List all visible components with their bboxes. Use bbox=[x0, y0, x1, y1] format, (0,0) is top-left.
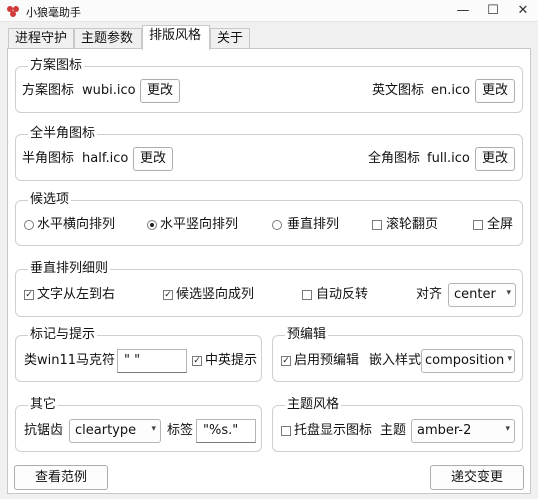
tray-icon-label: 托盘显示图标 bbox=[294, 423, 373, 438]
tag-input[interactable]: "%s." bbox=[196, 419, 256, 443]
antialias-value: cleartype bbox=[75, 423, 137, 438]
group-title: 主题风格 bbox=[285, 396, 342, 414]
fullscreen-label: 全屏 bbox=[487, 217, 514, 232]
mark-input-value: " " bbox=[124, 353, 141, 368]
theme-group: 主题风格 托盘显示图标 主题 amber-2 ▾ bbox=[272, 396, 523, 452]
embed-style-select[interactable]: composition ▾ bbox=[421, 349, 515, 373]
maximize-icon[interactable]: ☐ bbox=[478, 0, 508, 22]
radio-horizontal-row[interactable] bbox=[24, 220, 34, 230]
full-icon-label: 全角图标 bbox=[368, 151, 421, 166]
embed-style-label: 嵌入样式 bbox=[369, 353, 422, 368]
radio-vertical-label: 垂直排列 bbox=[287, 217, 340, 232]
auto-reverse-checkbox[interactable] bbox=[302, 290, 312, 300]
chevron-down-icon: ▾ bbox=[505, 424, 510, 434]
half-icon-label: 半角图标 bbox=[22, 151, 75, 166]
cn-en-hint-checkbox[interactable]: ✓ bbox=[192, 356, 202, 366]
tag-label: 标签 bbox=[167, 423, 194, 438]
candidates-group: 候选项 水平横向排列 水平竖向排列 垂直排列 滚轮翻页 全屏 bbox=[15, 191, 523, 246]
half-icon-change-button[interactable]: 更改 bbox=[133, 147, 173, 171]
tab-about[interactable]: 关于 bbox=[210, 28, 250, 49]
mark-label: 类win11马克符 bbox=[24, 353, 116, 368]
antialias-label: 抗锯齿 bbox=[24, 423, 64, 438]
theme-select[interactable]: amber-2 ▾ bbox=[411, 419, 515, 443]
antialias-select[interactable]: cleartype ▾ bbox=[69, 419, 161, 443]
view-example-button[interactable]: 查看范例 bbox=[14, 465, 108, 490]
auto-reverse-label: 自动反转 bbox=[316, 287, 369, 302]
radio-horizontal-row-label: 水平横向排列 bbox=[37, 217, 116, 232]
other-group: 其它 抗锯齿 cleartype ▾ 标签 "%s." bbox=[15, 396, 262, 452]
ltr-text-label: 文字从左到右 bbox=[37, 287, 116, 302]
title-bar: 小狼毫助手 — ☐ ✕ bbox=[0, 0, 538, 22]
tab-process-guard[interactable]: 进程守护 bbox=[8, 28, 74, 49]
minimize-icon[interactable]: — bbox=[448, 0, 478, 22]
markers-group: 标记与提示 类win11马克符 " " ✓ 中英提示 bbox=[15, 326, 262, 382]
group-title: 全半角图标 bbox=[28, 125, 98, 143]
full-icon-change-button[interactable]: 更改 bbox=[475, 147, 515, 171]
mark-input[interactable]: " " bbox=[117, 349, 187, 373]
half-icon-value: half.ico bbox=[82, 151, 129, 166]
align-select-value: center bbox=[454, 287, 496, 302]
ltr-text-checkbox[interactable]: ✓ bbox=[24, 290, 34, 300]
group-title: 方案图标 bbox=[28, 57, 85, 75]
tag-input-value: "%s." bbox=[203, 423, 239, 438]
app-logo-icon bbox=[7, 6, 19, 17]
scheme-icon-change-button[interactable]: 更改 bbox=[140, 79, 180, 103]
tab-panel: 方案图标 方案图标 wubi.ico 更改 英文图标 en.ico 更改 全半角… bbox=[7, 48, 531, 494]
scroll-page-checkbox[interactable] bbox=[372, 220, 382, 230]
scheme-icon-group: 方案图标 方案图标 wubi.ico 更改 英文图标 en.ico 更改 bbox=[15, 57, 523, 113]
tab-theme-params[interactable]: 主题参数 bbox=[74, 28, 142, 49]
preedit-group: 预编辑 ✓ 启用预编辑 嵌入样式 composition ▾ bbox=[272, 326, 523, 382]
window-title: 小狼毫助手 bbox=[26, 6, 81, 19]
fullscreen-checkbox[interactable] bbox=[473, 220, 483, 230]
close-icon[interactable]: ✕ bbox=[508, 0, 538, 22]
full-icon-value: full.ico bbox=[427, 151, 470, 166]
group-title: 预编辑 bbox=[285, 326, 329, 344]
radio-horizontal-column-label: 水平竖向排列 bbox=[160, 217, 239, 232]
tab-layout-style[interactable]: 排版风格 bbox=[142, 25, 210, 50]
group-title: 标记与提示 bbox=[28, 326, 98, 344]
theme-value: amber-2 bbox=[417, 423, 472, 438]
en-icon-change-button[interactable]: 更改 bbox=[475, 79, 515, 103]
group-title: 其它 bbox=[28, 396, 59, 414]
en-icon-value: en.ico bbox=[431, 83, 471, 98]
submit-changes-button[interactable]: 递交变更 bbox=[430, 465, 524, 490]
en-icon-label: 英文图标 bbox=[372, 83, 425, 98]
group-title: 候选项 bbox=[28, 191, 72, 209]
scheme-icon-label: 方案图标 bbox=[22, 83, 75, 98]
scroll-page-label: 滚轮翻页 bbox=[386, 217, 439, 232]
radio-vertical[interactable] bbox=[272, 220, 282, 230]
embed-style-value: composition bbox=[425, 353, 505, 368]
theme-label: 主题 bbox=[380, 423, 407, 438]
cn-en-hint-label: 中英提示 bbox=[205, 353, 258, 368]
tray-icon-checkbox[interactable] bbox=[281, 426, 291, 436]
group-title: 垂直排列细则 bbox=[28, 260, 111, 278]
radio-horizontal-column[interactable] bbox=[147, 220, 157, 230]
vertical-layout-group: 垂直排列细则 ✓ 文字从左到右 ✓ 候选竖向成列 自动反转 对齐 center … bbox=[15, 260, 523, 317]
chevron-down-icon: ▾ bbox=[506, 288, 511, 298]
chevron-down-icon: ▾ bbox=[507, 354, 512, 364]
scheme-icon-value: wubi.ico bbox=[82, 83, 136, 98]
align-label: 对齐 bbox=[416, 287, 443, 302]
align-select[interactable]: center ▾ bbox=[448, 283, 516, 307]
vertical-column-label: 候选竖向成列 bbox=[176, 287, 255, 302]
width-icon-group: 全半角图标 半角图标 half.ico 更改 全角图标 full.ico 更改 bbox=[15, 125, 523, 181]
vertical-column-checkbox[interactable]: ✓ bbox=[163, 290, 173, 300]
enable-preedit-label: 启用预编辑 bbox=[294, 353, 360, 368]
enable-preedit-checkbox[interactable]: ✓ bbox=[281, 356, 291, 366]
chevron-down-icon: ▾ bbox=[151, 424, 156, 434]
